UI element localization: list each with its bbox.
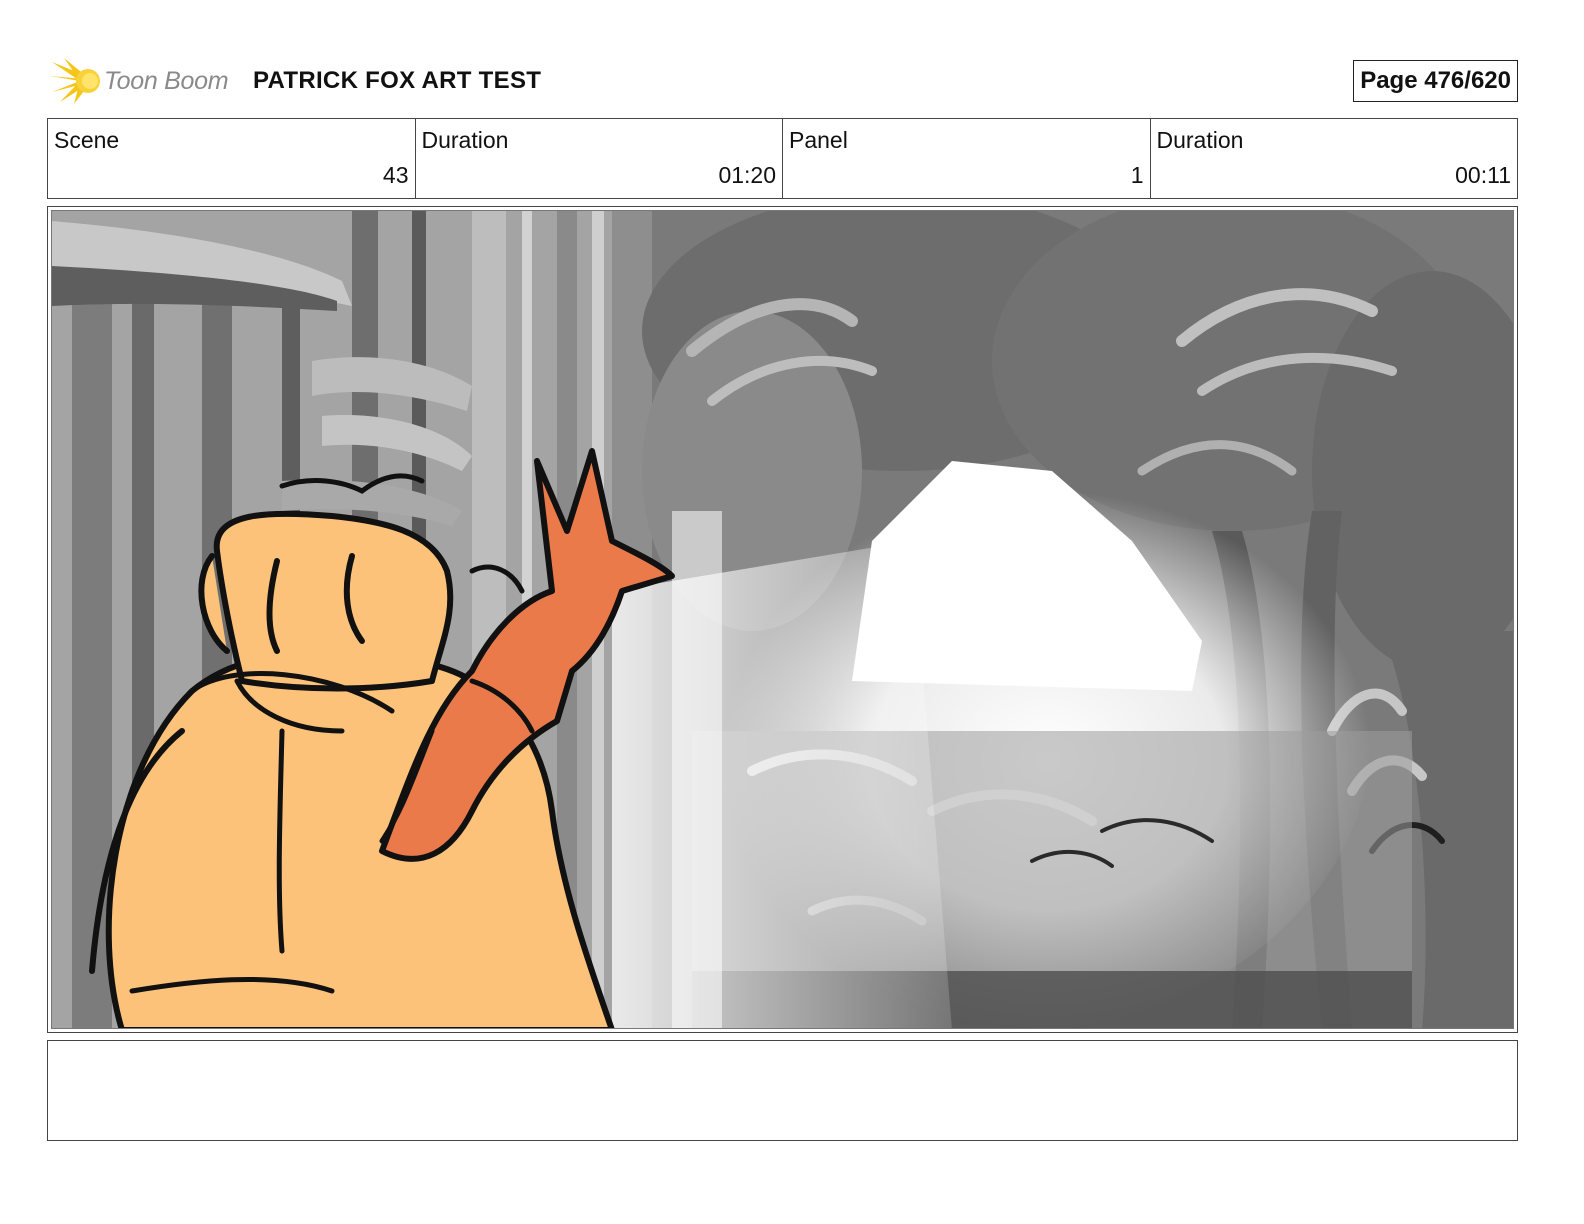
scene-value: 43 [382, 162, 409, 188]
scene-duration-label: Duration [421, 127, 509, 153]
page-header: Toon Boom PATRICK FOX ART TEST Page 476/… [48, 52, 1520, 108]
panel-value: 1 [1130, 162, 1144, 188]
panel-notes [47, 1040, 1518, 1141]
panel-duration-cell: Duration 00:11 [1149, 119, 1518, 198]
project-title: PATRICK FOX ART TEST [253, 67, 542, 94]
scene-duration-value: 01:20 [718, 162, 776, 188]
logo-wordmark: Toon Boom [104, 67, 229, 95]
storyboard-illustration [52, 211, 1513, 1028]
panel-duration-value: 00:11 [1455, 162, 1511, 188]
panel-label: Panel [789, 127, 848, 153]
toon-boom-logo: Toon Boom [48, 54, 238, 106]
storyboard-panel [47, 206, 1518, 1033]
panel-cell: Panel 1 [782, 119, 1150, 198]
panel-duration-label: Duration [1156, 127, 1244, 153]
flashlight-beam [612, 541, 952, 1028]
scene-duration-cell: Duration 01:20 [414, 119, 783, 198]
scene-label: Scene [54, 127, 120, 153]
panel-info-row: Scene 43 Duration 01:20 Panel 1 Duration… [47, 118, 1518, 199]
scene-cell: Scene 43 [48, 119, 415, 198]
sunburst-logo-icon [50, 58, 100, 104]
page-number: Page 476/620 [1353, 60, 1518, 102]
